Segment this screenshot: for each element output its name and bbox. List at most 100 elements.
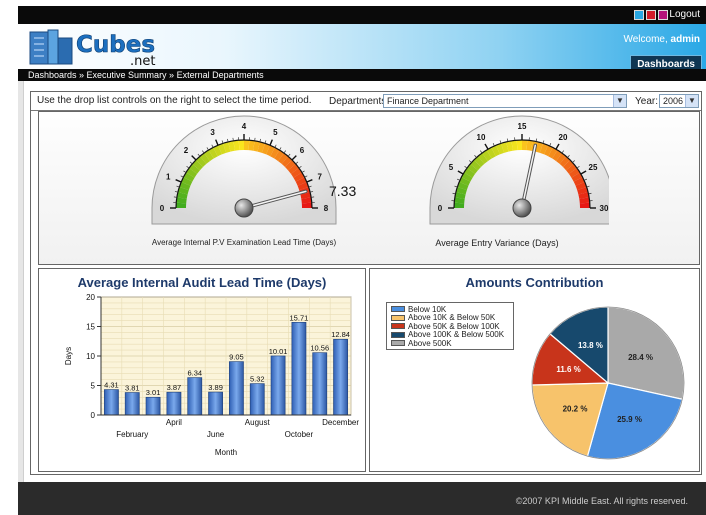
y-tick-label: 20 xyxy=(86,293,95,302)
bar-chart-panel: Average Internal Audit Lead Time (Days) … xyxy=(38,268,366,472)
y-tick-label: 5 xyxy=(91,382,96,391)
gauge-tick-label: 8 xyxy=(324,204,329,213)
x-axis-label: Month xyxy=(215,448,237,457)
pie-slice-label: 20.2 % xyxy=(563,405,588,414)
pie-slice-label: 11.6 % xyxy=(556,365,580,374)
gauge-tick-label: 3 xyxy=(210,128,215,137)
gauge-value-readout: 17 xyxy=(608,183,609,199)
gauge-color-band xyxy=(522,140,528,151)
bar-value-label: 15.71 xyxy=(290,313,309,322)
welcome-prefix: Welcome, xyxy=(623,34,668,45)
legend-swatch xyxy=(391,340,405,347)
gauge-tick-label: 1 xyxy=(166,173,171,182)
bar xyxy=(312,352,328,416)
legend-swatch xyxy=(391,306,405,313)
pie-slice-label: 28.4 % xyxy=(628,353,653,362)
chevron-down-icon[interactable]: ▼ xyxy=(613,95,626,107)
department-select[interactable]: Finance Department ▼ xyxy=(383,94,627,108)
username: admin xyxy=(670,34,700,45)
footer-copyright: ©2007 KPI Middle East. All rights reserv… xyxy=(515,496,688,506)
y-tick-label: 15 xyxy=(86,323,95,332)
gauge-color-band xyxy=(579,202,590,208)
x-tick-label: February xyxy=(116,430,148,439)
welcome-message: Welcome, admin xyxy=(623,34,700,45)
bar xyxy=(145,396,161,416)
legend-label: Above 500K xyxy=(408,338,452,348)
legend-item: Below 10K xyxy=(391,305,509,314)
gauge-tick-label: 4 xyxy=(242,122,247,131)
gauge-value-readout: 7.33 xyxy=(329,183,356,199)
chevron-down-icon[interactable]: ▼ xyxy=(685,95,698,107)
theme-swatch-blue[interactable] xyxy=(634,10,644,20)
bar-chart: 0 5 10 15 20 4.31 3.81 3.01 3.87 6.34 3.89 9.05 5.32… xyxy=(64,293,359,457)
bar xyxy=(104,389,119,416)
y-axis-label: Days xyxy=(64,347,73,365)
legend-item: Above 500K xyxy=(391,339,509,348)
gauge-tick-label: 20 xyxy=(559,133,568,142)
y-tick-label: 0 xyxy=(91,411,96,420)
legend-item: Above 50K & Below 100K xyxy=(391,322,509,331)
logo-cube-icon: Cubes .net xyxy=(29,29,155,69)
header-banner: Cubes .net Welcome, admin Dashboards xyxy=(18,24,706,73)
gauge-tick-label: 7 xyxy=(318,173,323,182)
pie-slice-label: 13.8 % xyxy=(578,341,603,350)
filter-hint: Use the drop list controls on the right … xyxy=(37,95,312,106)
gauge-caption: Average Internal P.V Examination Lead Ti… xyxy=(151,238,337,247)
x-tick-label: December xyxy=(322,418,359,427)
gauge-hub xyxy=(234,198,254,218)
gauge-tick-label: 0 xyxy=(438,204,443,213)
gauge-entry-variance: 0 5 10 15 20 25 30 17 xyxy=(429,115,609,225)
pie-chart-panel: Amounts Contribution Below 10K Above 10K … xyxy=(369,268,700,472)
legend-swatch xyxy=(391,331,405,338)
legend-item: Above 100K & Below 500K xyxy=(391,330,509,339)
x-tick-label: October xyxy=(285,430,314,439)
theme-swatch-magenta[interactable] xyxy=(658,10,668,20)
gauge-color-band xyxy=(244,140,250,151)
gauge-tick-label: 0 xyxy=(160,204,165,213)
gauge-tick-label: 15 xyxy=(518,122,527,131)
filter-bar: Use the drop list controls on the right … xyxy=(31,92,701,111)
legend-swatch xyxy=(391,323,405,330)
gauge-tick-label: 2 xyxy=(184,146,189,155)
x-tick-label: August xyxy=(245,418,271,427)
legend-swatch xyxy=(391,314,405,321)
gauges-panel: 0 1 2 3 4 5 6 7 8 7.33 Average Internal P.V Exami… xyxy=(38,111,700,265)
pie-legend: Below 10K Above 10K & Below 50K Above 50K … xyxy=(386,302,514,350)
y-tick-label: 10 xyxy=(86,352,95,361)
bar xyxy=(249,383,265,416)
gauge-lead-time: 0 1 2 3 4 5 6 7 87.33 xyxy=(151,115,356,225)
bar-value-label: 4.31 xyxy=(104,381,119,390)
logo-suffix: .net xyxy=(130,54,155,68)
gauge-caption: Average Entry Variance (Days) xyxy=(435,238,559,248)
x-tick-label: June xyxy=(207,430,225,439)
theme-switcher xyxy=(634,10,668,20)
left-sidebar-strip xyxy=(18,81,24,482)
logout-link[interactable]: Logout xyxy=(669,9,700,20)
bar xyxy=(208,391,223,416)
gauge-tick-label: 30 xyxy=(600,204,609,213)
year-select[interactable]: 2006 ▼ xyxy=(659,94,699,108)
gauge-color-band xyxy=(301,202,312,208)
bar xyxy=(291,322,307,416)
department-value: Finance Department xyxy=(387,96,469,106)
bar xyxy=(270,355,286,416)
bar-value-label: 3.89 xyxy=(208,383,223,392)
year-value: 2006 xyxy=(663,96,684,106)
legend-item: Above 10K & Below 50K xyxy=(391,313,509,322)
logo: Cubes .net xyxy=(28,26,198,71)
breadcrumb: Dashboards » Executive Summary » Externa… xyxy=(18,69,706,81)
gauge-color-band xyxy=(176,202,187,208)
pie-chart-title: Amounts Contribution xyxy=(465,275,604,290)
gauge-tick-label: 10 xyxy=(477,133,486,142)
pie-slice-label: 25.9 % xyxy=(617,415,642,424)
pie-chart: 28.4 % 25.9 % 20.2 % 11.6 % 13.8 % xyxy=(531,306,685,460)
bar-value-label: 10.01 xyxy=(269,347,288,356)
department-label: Departments: xyxy=(329,96,390,107)
bar-value-label: 5.32 xyxy=(250,375,265,384)
gauge-hub xyxy=(512,198,532,218)
x-tick-label: April xyxy=(166,418,182,427)
year-label: Year: xyxy=(635,96,658,107)
gauge-tick-label: 5 xyxy=(449,163,454,172)
theme-swatch-red[interactable] xyxy=(646,10,656,20)
bar-value-label: 3.87 xyxy=(167,383,182,392)
